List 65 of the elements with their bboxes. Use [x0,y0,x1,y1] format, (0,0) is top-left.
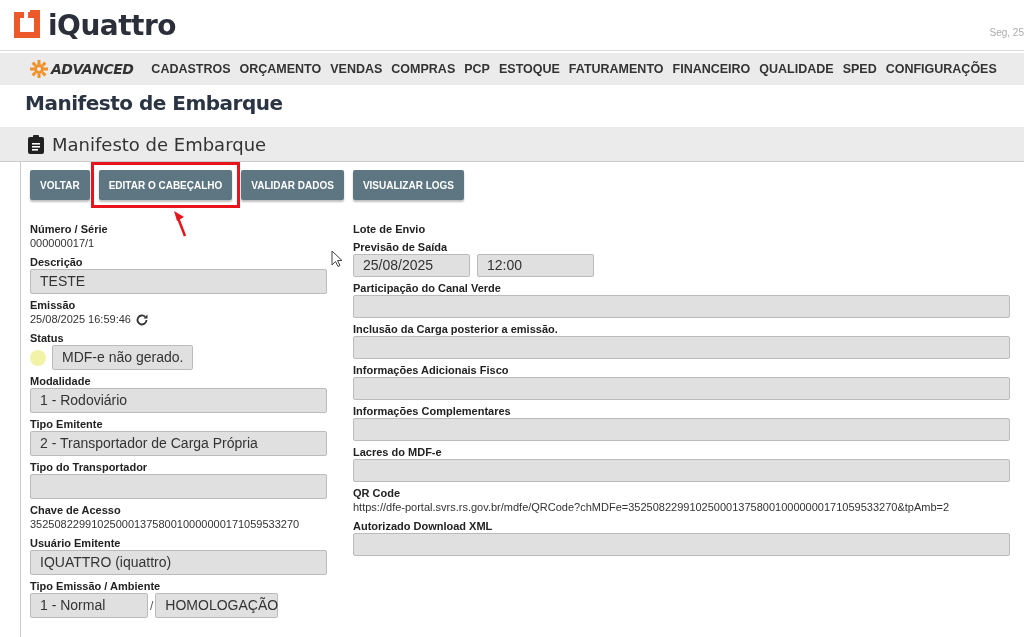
gear-icon [30,60,48,78]
nav-menu-item[interactable]: QUALIDADE [759,62,834,76]
panel-title: Manifesto de Embarque [52,133,267,155]
nav-menu-item[interactable]: PCP [464,62,490,76]
field-label: Usuário Emitente [30,536,122,550]
field-label: Descrição [30,255,84,269]
field-label: QR Code [353,486,402,500]
field-value: https://dfe-portal.svrs.rs.gov.br/mdfe/QRCode?chMDFe=35250822991025000137580010000000171059533270&tpAmb=2 [353,500,951,515]
input-field[interactable]: 1 - Normal [30,593,148,618]
field-value: 25/08/2025 16:59:46 [30,312,131,327]
field-label: Autorizado Download XML [353,519,494,533]
input-field[interactable]: 12:00 [477,254,594,277]
brand-name: iQuattro [48,8,177,42]
nav-menu-item[interactable]: COMPRAS [391,62,456,76]
refresh-icon[interactable] [134,312,149,327]
input-field[interactable] [30,474,327,499]
cursor-icon [331,250,343,268]
input-field[interactable] [353,377,1010,400]
input-field[interactable] [353,533,1010,556]
nav-menu-item[interactable]: VENDAS [330,62,383,76]
input-field[interactable]: HOMOLOGAÇÃO [155,593,279,618]
date-text: Seg, 25 [989,27,1024,38]
field-label: Lote de Envio [353,222,427,236]
field-label: Informações Complementares [353,404,512,418]
separator-text: / [150,598,154,613]
input-field[interactable]: 1 - Rodoviário [30,388,327,413]
nav-menu-item[interactable]: ORÇAMENTO [239,62,322,76]
field-label: Modalidade [30,374,92,388]
nav-menu-item[interactable]: CADASTROS [151,62,231,76]
input-field[interactable] [353,459,1010,482]
action-button[interactable]: VALIDAR DADOS [241,170,344,200]
action-button[interactable]: VISUALIZAR LOGS [352,170,465,200]
field-label: Informações Adicionais Fisco [353,363,510,377]
nav-menu-item[interactable]: ESTOQUE [498,62,560,76]
field-label: Emissão [30,298,77,312]
status-field: MDF-e não gerado. [52,345,194,370]
input-field[interactable]: 25/08/2025 [353,254,470,277]
clipboard-icon [28,134,44,154]
nav-menu-item[interactable]: FINANCEIRO [672,62,751,76]
field-label: Chave de Acesso [30,503,122,517]
input-field[interactable] [353,336,1010,359]
field-label: Número / Série [30,222,109,236]
nav-menu-item[interactable]: SPED [842,62,877,76]
field-label: Previsão de Saída [353,240,449,254]
action-button[interactable]: VOLTAR [30,170,90,200]
nav-menu-item[interactable]: CONFIGURAÇÕES [885,62,997,76]
field-label: Tipo do Transportador [30,460,149,474]
edition-logo: ADVANCED [51,61,134,77]
input-field[interactable] [353,295,1010,318]
action-button[interactable]: EDITAR O CABEÇALHO [98,170,233,200]
field-label: Tipo Emissão / Ambiente [30,579,162,593]
field-label: Status [30,331,65,345]
field-label: Tipo Emitente [30,417,104,431]
field-label: Participação do Canal Verde [353,281,502,295]
arrow-icon [173,210,189,238]
field-label: Lacres do MDF-e [353,445,443,459]
nav-menu-item[interactable]: FATURAMENTO [568,62,664,76]
input-field[interactable]: TESTE [30,269,327,294]
field-label: Inclusão da Carga posterior a emissão. [353,322,559,336]
input-field[interactable]: IQUATTRO (iquattro) [30,550,327,575]
page-title: Manifesto de Embarque [24,90,284,117]
field-value: 35250822991025000137580010000000171059533270 [30,517,301,532]
input-field[interactable] [353,418,1010,441]
input-field[interactable]: 2 - Transportador de Carga Própria [30,431,327,456]
field-value: 000000017/1 [30,236,96,251]
